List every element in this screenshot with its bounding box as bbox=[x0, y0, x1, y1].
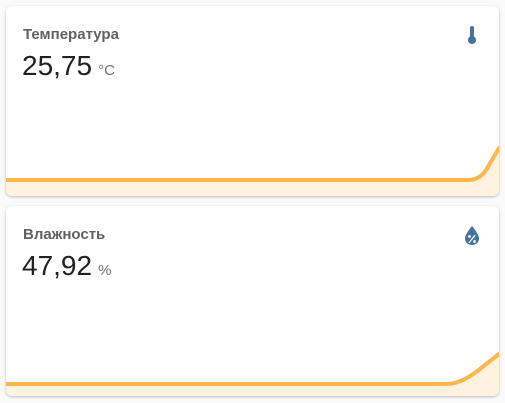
dashboard: Температура 25,75 °C Влажность 47,92% bbox=[0, 0, 505, 403]
card-title: Влажность bbox=[23, 226, 106, 243]
thermometer-icon bbox=[468, 26, 476, 44]
sparkline-line bbox=[6, 146, 499, 182]
sparkline-line bbox=[6, 352, 499, 386]
sparkline-area bbox=[6, 148, 499, 196]
sparkline-area bbox=[6, 354, 499, 396]
history-sparkline bbox=[6, 352, 499, 396]
sensor-unit: °C bbox=[98, 62, 115, 79]
sensor-value: 25,75 bbox=[22, 50, 93, 81]
sensor-unit: % bbox=[98, 262, 112, 279]
history-sparkline bbox=[6, 146, 499, 196]
water-percent-icon bbox=[465, 226, 479, 245]
value-row: 47,92% bbox=[22, 250, 111, 282]
temperature-sensor-card[interactable]: Температура 25,75 °C bbox=[6, 6, 499, 196]
value-row: 25,75 °C bbox=[22, 50, 115, 82]
humidity-sensor-card[interactable]: Влажность 47,92% bbox=[6, 206, 499, 396]
sensor-value: 47,92 bbox=[22, 250, 93, 281]
card-title: Температура bbox=[23, 26, 119, 43]
